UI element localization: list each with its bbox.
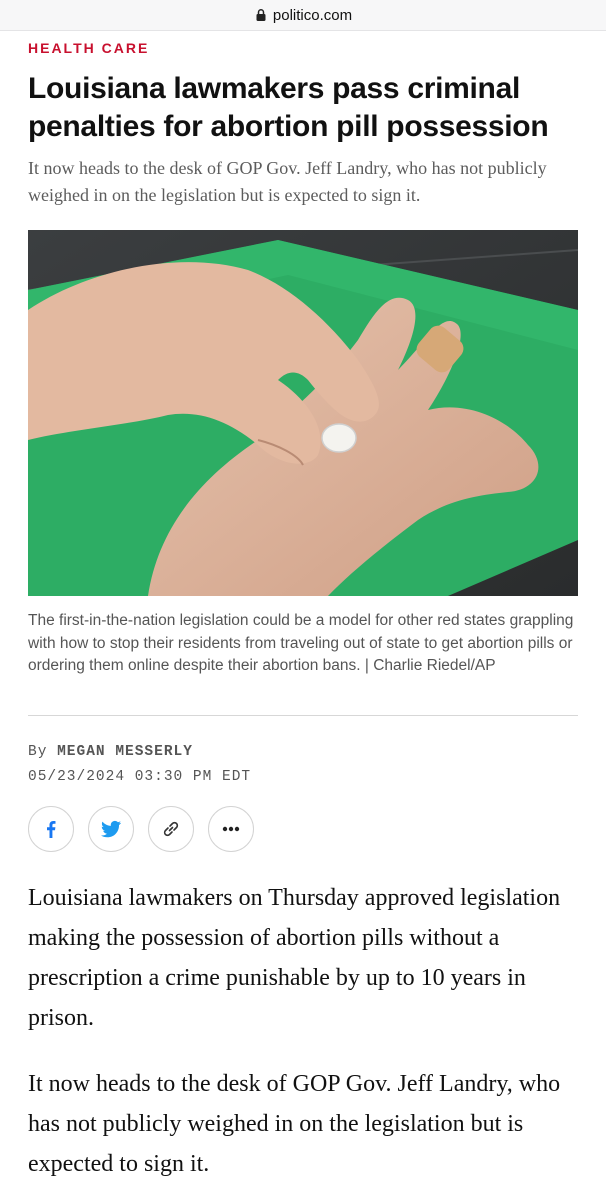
- author-link[interactable]: MEGAN MESSERLY: [57, 744, 193, 760]
- facebook-icon: [47, 821, 56, 838]
- link-icon: [163, 821, 179, 837]
- article-paragraph: Louisiana lawmakers on Thursday approved…: [28, 885, 561, 1031]
- article-paragraph: It now heads to the desk of GOP Gov. Jef…: [28, 1071, 561, 1177]
- publish-timestamp: 05/23/2024 03:30 PM EDT: [28, 769, 252, 785]
- photo-caption: The first-in-the-nation legislation coul…: [28, 612, 574, 674]
- article-photo: [28, 230, 578, 596]
- share-facebook-button[interactable]: [28, 806, 74, 852]
- section-label[interactable]: HEALTH CARE: [28, 40, 149, 56]
- share-twitter-button[interactable]: [88, 806, 134, 852]
- lock-icon: [256, 9, 266, 21]
- browser-address-bar[interactable]: politico.com: [0, 0, 606, 31]
- article-dek: It now heads to the desk of GOP Gov. Jef…: [28, 158, 547, 205]
- article-headline: Louisiana lawmakers pass criminal penalt…: [28, 72, 549, 143]
- share-bar: [28, 806, 254, 852]
- more-options-button[interactable]: [208, 806, 254, 852]
- twitter-icon: [101, 820, 121, 838]
- url-text: politico.com: [272, 6, 353, 24]
- more-icon: [222, 826, 240, 832]
- divider: [28, 715, 578, 716]
- byline: By MEGAN MESSERLY: [28, 744, 193, 760]
- byline-prefix: By: [28, 744, 48, 760]
- copy-link-button[interactable]: [148, 806, 194, 852]
- photo-hand-holding-pill: [28, 230, 578, 596]
